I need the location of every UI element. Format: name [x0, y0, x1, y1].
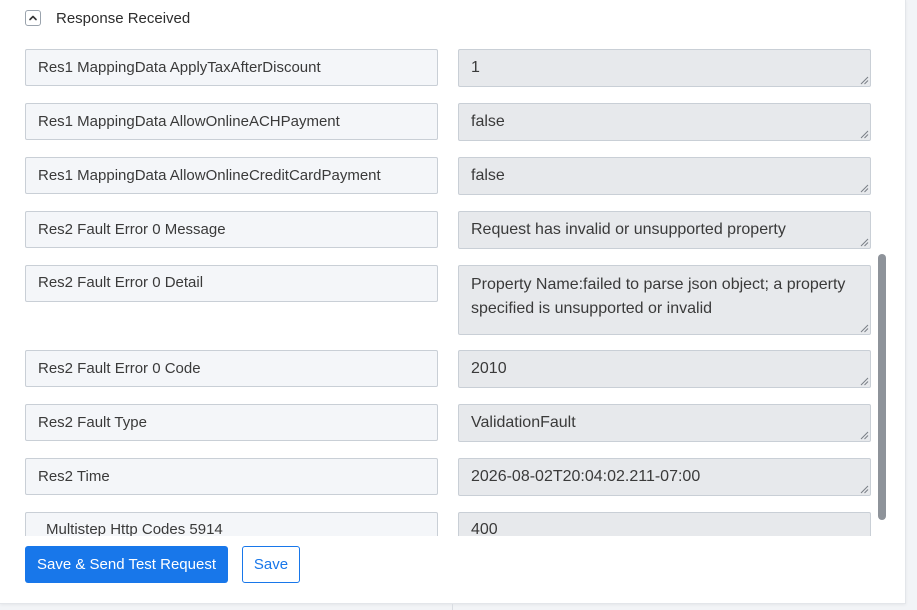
response-panel: Response Received Res1 MappingData Apply…: [0, 0, 906, 604]
field-key[interactable]: Multistep Http Codes 5914: [25, 512, 438, 536]
field-value[interactable]: 2026-08-02T20:04:02.211-07:00: [458, 458, 871, 496]
response-fields-list[interactable]: Res1 MappingData ApplyTaxAfterDiscount 1…: [0, 36, 880, 536]
resize-grip-icon[interactable]: [860, 76, 869, 85]
resize-grip-icon[interactable]: [860, 324, 869, 333]
field-value-text: 1: [471, 59, 480, 76]
chevron-up-icon[interactable]: [25, 10, 41, 26]
field-key[interactable]: Res1 MappingData AllowOnlineCreditCardPa…: [25, 157, 438, 194]
resize-grip-icon[interactable]: [860, 238, 869, 247]
field-key[interactable]: Res1 MappingData ApplyTaxAfterDiscount: [25, 49, 438, 86]
field-value[interactable]: Request has invalid or unsupported prope…: [458, 211, 871, 249]
field-value[interactable]: 2010: [458, 350, 871, 388]
field-key[interactable]: Res2 Fault Error 0 Message: [25, 211, 438, 248]
field-key[interactable]: Res2 Fault Type: [25, 404, 438, 441]
field-value[interactable]: Property Name:failed to parse json objec…: [458, 265, 871, 335]
field-value-text: 400: [471, 521, 498, 536]
save-and-send-test-button[interactable]: Save & Send Test Request: [25, 546, 228, 583]
field-key[interactable]: Res2 Fault Error 0 Detail: [25, 265, 438, 302]
field-value-text: false: [471, 167, 505, 184]
resize-grip-icon[interactable]: [860, 485, 869, 494]
field-key[interactable]: Res2 Fault Error 0 Code: [25, 350, 438, 387]
resize-grip-icon[interactable]: [860, 184, 869, 193]
field-value-text: false: [471, 113, 505, 130]
resize-grip-icon[interactable]: [860, 130, 869, 139]
scrollbar-thumb[interactable]: [878, 254, 886, 520]
divider: [452, 604, 453, 610]
field-value[interactable]: 400: [458, 512, 871, 536]
field-value-text: Request has invalid or unsupported prope…: [471, 221, 786, 238]
field-value-text: ValidationFault: [471, 414, 576, 431]
field-key[interactable]: Res2 Time: [25, 458, 438, 495]
section-header: Response Received: [25, 8, 190, 28]
field-value[interactable]: false: [458, 103, 871, 141]
field-value[interactable]: 1: [458, 49, 871, 87]
field-value-text: 2010: [471, 360, 507, 377]
scrollbar[interactable]: [878, 36, 887, 536]
resize-grip-icon[interactable]: [860, 377, 869, 386]
resize-grip-icon[interactable]: [860, 431, 869, 440]
field-key[interactable]: Res1 MappingData AllowOnlineACHPayment: [25, 103, 438, 140]
section-title: Response Received: [56, 9, 191, 27]
field-value[interactable]: false: [458, 157, 871, 195]
field-value-text: 2026-08-02T20:04:02.211-07:00: [471, 468, 701, 485]
field-value-text: Property Name:failed to parse json objec…: [471, 276, 846, 317]
save-button[interactable]: Save: [242, 546, 300, 583]
field-value[interactable]: ValidationFault: [458, 404, 871, 442]
